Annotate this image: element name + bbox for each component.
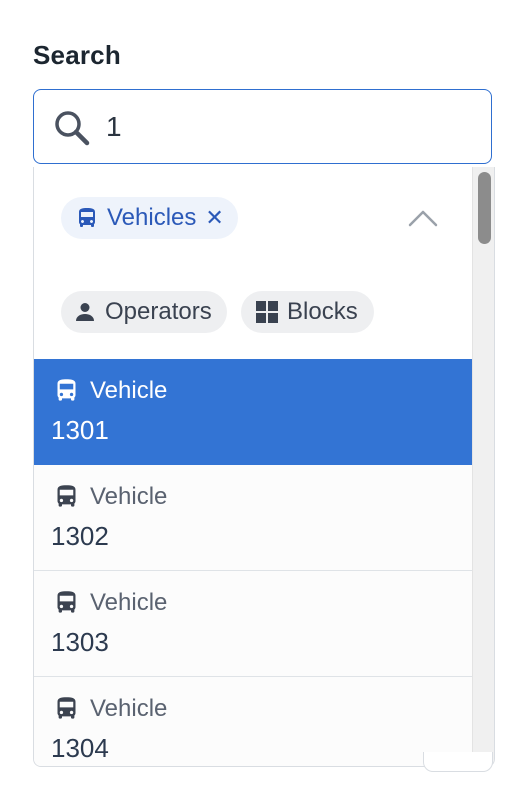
filter-chip-label: Blocks (287, 298, 358, 325)
bus-icon (53, 483, 80, 510)
filter-chips-panel: Vehicles ✕ Operators Blocks (34, 167, 472, 360)
filter-chip-operators[interactable]: Operators (61, 291, 227, 333)
scrollbar-thumb[interactable] (478, 172, 491, 244)
dropdown-scrollbar[interactable] (472, 167, 494, 766)
filter-chip-label: Vehicles (107, 204, 197, 231)
bus-icon (75, 206, 99, 230)
filter-chip-blocks[interactable]: Blocks (241, 291, 374, 333)
result-number: 1302 (51, 521, 109, 551)
result-item[interactable]: Vehicle 1304 (34, 677, 472, 766)
chevron-up-icon[interactable] (406, 203, 440, 233)
hidden-button-edge (423, 752, 493, 772)
result-type: Vehicle (90, 589, 168, 616)
close-icon[interactable]: ✕ (205, 207, 223, 229)
result-type: Vehicle (90, 483, 168, 510)
bus-icon (53, 377, 80, 404)
result-number: 1303 (51, 627, 109, 657)
result-type: Vehicle (90, 695, 168, 722)
search-dropdown: Vehicles ✕ Operators Blocks Vehicle 1301… (33, 167, 495, 767)
result-type: Vehicle (90, 377, 168, 404)
result-number: 1304 (51, 733, 109, 763)
result-item[interactable]: Vehicle 1301 (34, 359, 472, 465)
filter-chip-label: Operators (105, 298, 212, 325)
search-icon (53, 109, 91, 147)
blocks-icon (255, 300, 279, 324)
bus-icon (53, 695, 80, 722)
result-item[interactable]: Vehicle 1303 (34, 571, 472, 677)
results-list: Vehicle 1301 Vehicle 1302 Vehicle 1303 V… (34, 359, 472, 766)
search-box[interactable] (33, 89, 492, 164)
search-input[interactable] (106, 108, 466, 146)
bus-icon (53, 589, 80, 616)
person-icon (73, 300, 97, 324)
result-item[interactable]: Vehicle 1302 (34, 465, 472, 571)
result-number: 1301 (51, 415, 109, 445)
search-label: Search (33, 40, 121, 70)
filter-chip-vehicles[interactable]: Vehicles ✕ (61, 197, 238, 239)
